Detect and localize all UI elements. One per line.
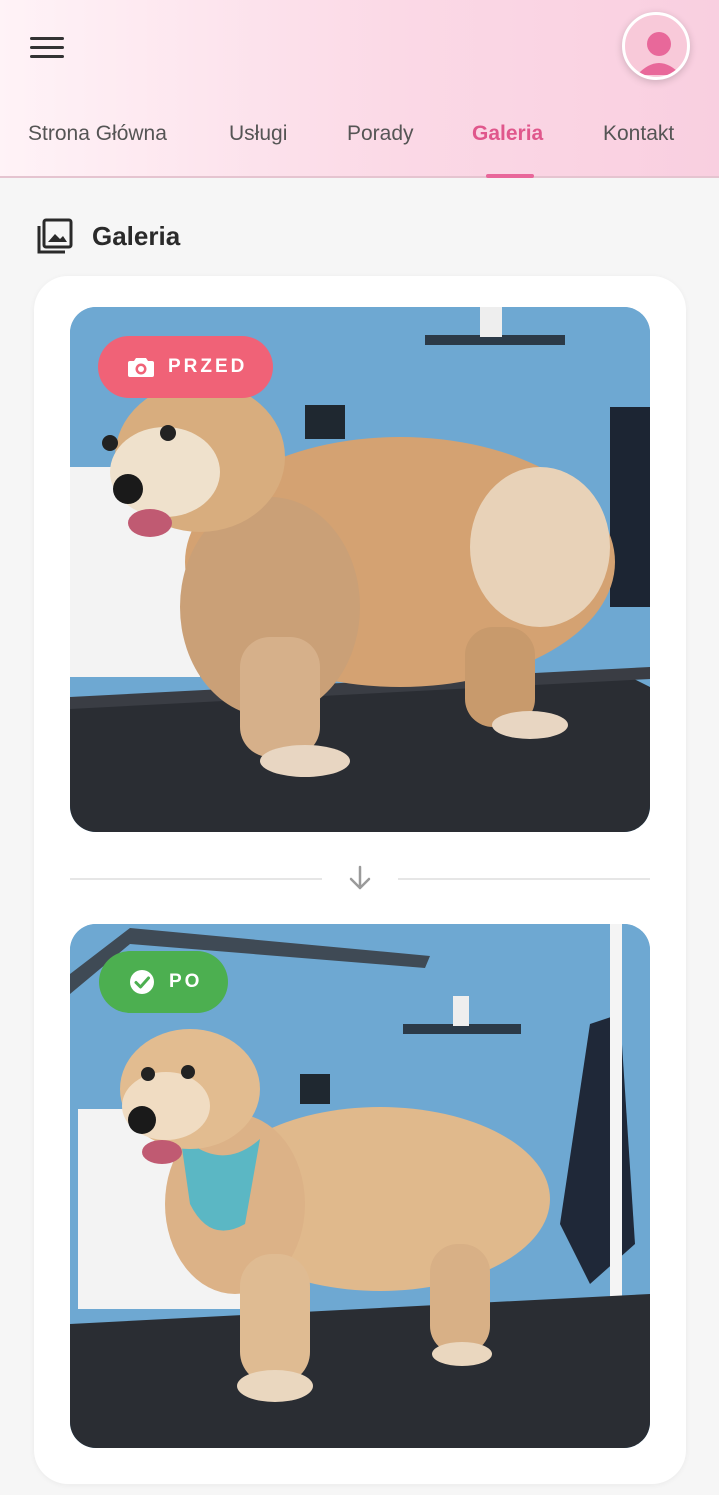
tab-tips[interactable]: Porady: [347, 122, 414, 146]
arrow-down-icon: [349, 865, 371, 890]
tab-home[interactable]: Strona Główna: [28, 122, 167, 146]
check-circle-icon: [130, 970, 154, 994]
before-badge: PRZED: [98, 336, 274, 398]
active-tab-indicator: [486, 174, 534, 178]
camera-icon: [128, 358, 154, 377]
after-badge: PO: [99, 951, 229, 1013]
section-heading: Galeria: [36, 214, 180, 258]
main-nav: Strona Główna Usługi Porady Galeria Kont…: [0, 108, 719, 178]
tab-gallery[interactable]: Galeria: [472, 122, 543, 146]
tab-services[interactable]: Usługi: [229, 122, 287, 146]
after-label: PO: [169, 971, 203, 992]
tab-contact[interactable]: Kontakt: [603, 122, 674, 146]
before-label: PRZED: [168, 356, 248, 377]
avatar[interactable]: [622, 12, 690, 80]
divider-right: [398, 878, 650, 880]
menu-icon[interactable]: [30, 30, 70, 64]
divider-left: [70, 878, 322, 880]
gallery-icon: [37, 218, 73, 254]
page-title: Galeria: [92, 220, 181, 251]
